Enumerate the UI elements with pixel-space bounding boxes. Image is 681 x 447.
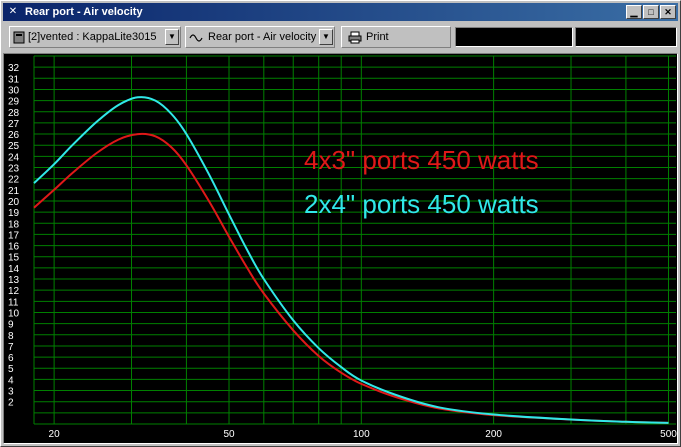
y-tick-label: 30 — [8, 85, 20, 96]
y-tick-label: 9 — [8, 320, 14, 331]
y-tick-label: 21 — [8, 186, 20, 197]
y-tick-label: 6 — [8, 353, 14, 364]
driver-select[interactable]: [2]vented : KappaLite3015 ▼ — [9, 26, 181, 48]
y-tick-label: 16 — [8, 242, 20, 253]
app-window: ✕ Rear port - Air velocity ▁ □ ✕ [2]vent… — [0, 0, 681, 447]
close-button[interactable]: ✕ — [660, 5, 676, 19]
waveform-icon — [189, 34, 203, 42]
print-button[interactable]: Print — [341, 26, 451, 48]
y-tick-label: 20 — [8, 197, 20, 208]
chevron-down-icon[interactable]: ▼ — [165, 29, 179, 45]
air-velocity-chart: 2345678910111213141516171819202122232425… — [8, 55, 677, 440]
y-tick-label: 15 — [8, 253, 20, 264]
y-tick-label: 32 — [8, 63, 20, 74]
plot-area: 2 3 4 5 6 7 8 9 10 11 12 13 14 15 16 17 18 19 20 21 22 23 24 25… — [3, 53, 678, 444]
y-tick-label: 10 — [8, 308, 20, 319]
app-close-x-icon[interactable]: ✕ — [7, 6, 19, 18]
x-tick-label: 20 — [49, 429, 61, 440]
y-tick-label: 23 — [8, 164, 20, 175]
chevron-down-icon[interactable]: ▼ — [319, 29, 333, 45]
y-tick-label: 5 — [8, 364, 14, 375]
x-axis-labels: 20 50 100 200 500 — [49, 429, 677, 440]
x-tick-label: 100 — [353, 429, 370, 440]
y-tick-label: 27 — [8, 119, 20, 130]
y-tick-label: 24 — [8, 152, 20, 163]
y-tick-label: 28 — [8, 108, 20, 119]
y-tick-label: 2 — [8, 398, 14, 409]
y-tick-label: 18 — [8, 219, 20, 230]
x-tick-label: 500 — [660, 429, 677, 440]
toolbar: [2]vented : KappaLite3015 ▼ Rear port - … — [3, 23, 678, 51]
y-tick-label: 19 — [8, 208, 20, 219]
y-tick-label: 3 — [8, 387, 14, 398]
annotation-red: 4x3" ports 450 watts — [304, 145, 539, 175]
maximize-button[interactable]: □ — [643, 5, 659, 19]
y-tick-label: 4 — [8, 375, 14, 386]
driver-select-value: [2]vented : KappaLite3015 — [28, 31, 157, 43]
y-tick-label: 29 — [8, 97, 20, 108]
y-tick-label: 7 — [8, 342, 14, 353]
y-tick-label: 11 — [8, 297, 19, 308]
y-tick-label: 25 — [8, 141, 20, 152]
annotation-cyan: 2x4" ports 450 watts — [304, 189, 539, 219]
status-field-1 — [455, 27, 573, 47]
y-tick-label: 17 — [8, 230, 20, 241]
print-label: Print — [366, 31, 389, 43]
document-icon — [13, 31, 25, 44]
y-tick-label: 31 — [8, 74, 20, 85]
chart-grid — [33, 55, 676, 425]
x-tick-label: 200 — [485, 429, 502, 440]
minimize-button[interactable]: ▁ — [626, 5, 642, 19]
title-bar[interactable]: ✕ Rear port - Air velocity ▁ □ ✕ — [3, 3, 678, 21]
y-tick-label: 22 — [8, 175, 20, 186]
y-tick-label: 8 — [8, 331, 14, 342]
graph-select[interactable]: Rear port - Air velocity ▼ — [185, 26, 335, 48]
status-field-2 — [575, 27, 677, 47]
y-tick-label: 26 — [8, 130, 20, 141]
y-tick-label: 14 — [8, 264, 20, 275]
graph-select-value: Rear port - Air velocity — [208, 31, 317, 43]
printer-icon — [348, 31, 362, 44]
y-tick-label: 13 — [8, 275, 20, 286]
y-axis-labels: 2345678910111213141516171819202122232425… — [8, 63, 20, 409]
x-tick-label: 50 — [223, 429, 235, 440]
y-tick-label: 12 — [8, 286, 20, 297]
window-title: Rear port - Air velocity — [25, 6, 143, 18]
